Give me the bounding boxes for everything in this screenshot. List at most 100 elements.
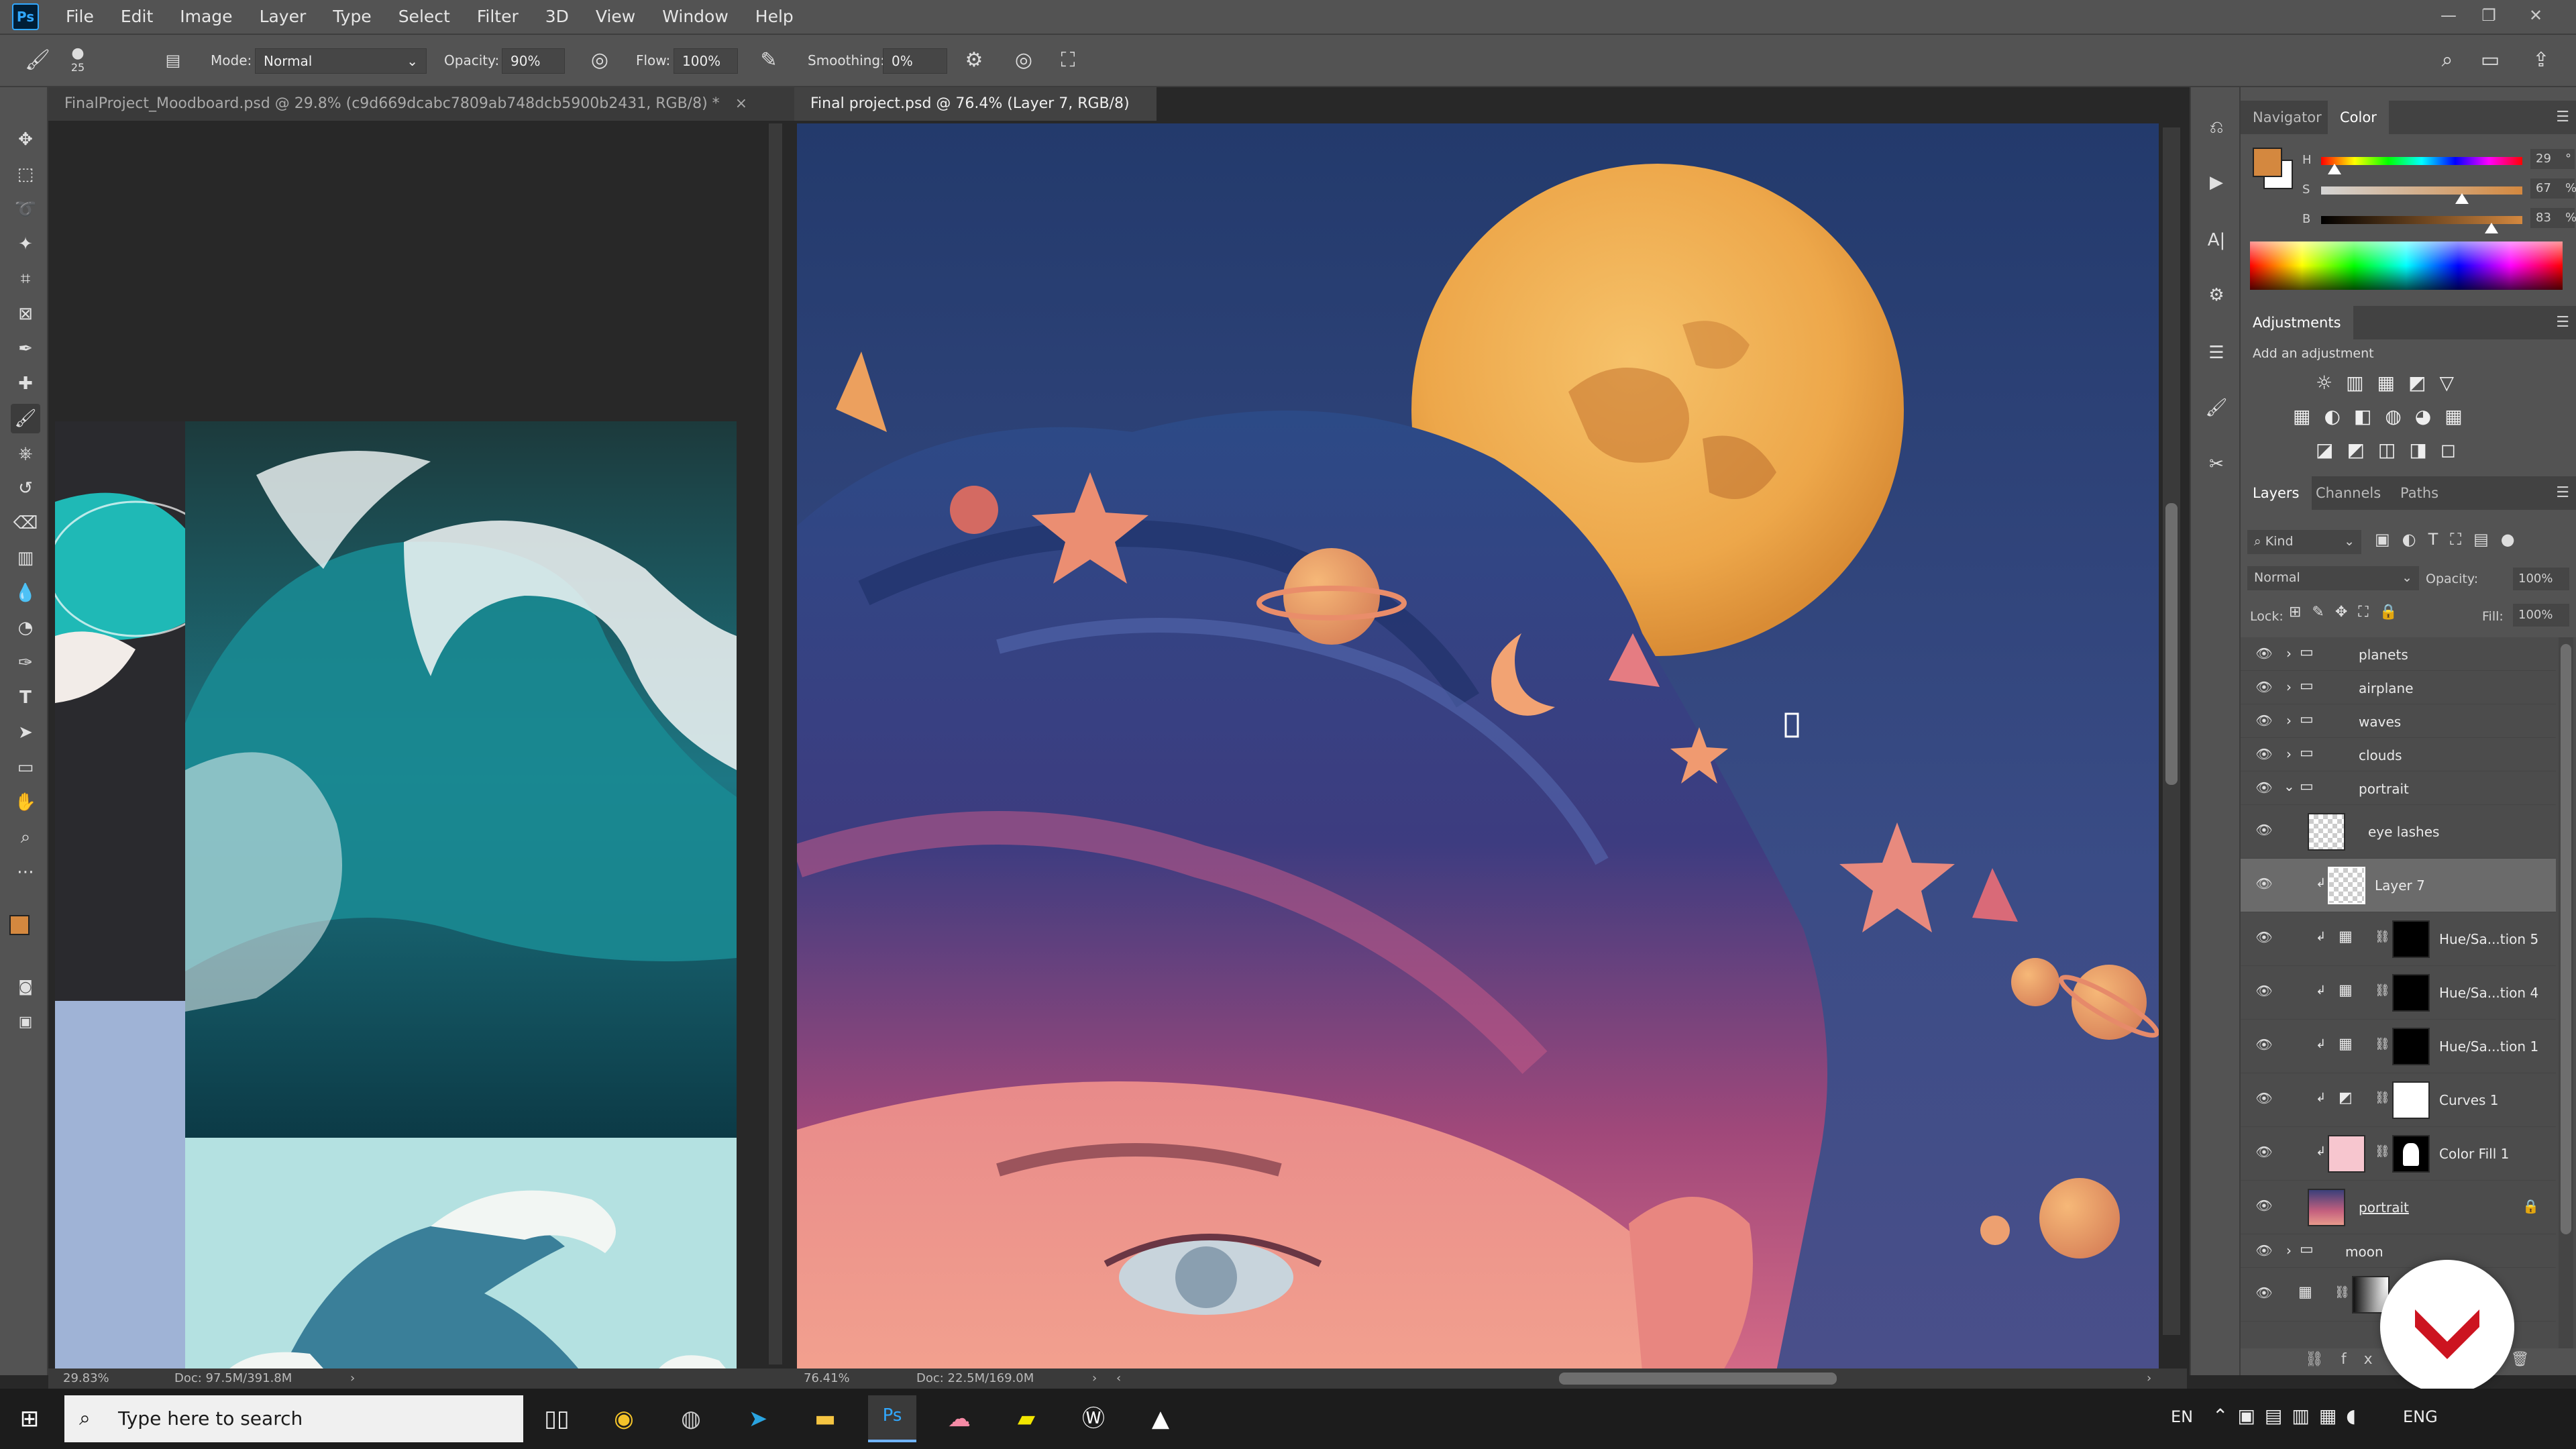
tool-presets-icon[interactable]: ✂ [2202, 449, 2231, 479]
link-icon[interactable]: ⛓ [2375, 1037, 2390, 1051]
history-brush-tool-icon[interactable]: ↺ [11, 474, 40, 503]
move-tool-icon[interactable]: ✥ [11, 125, 40, 154]
eraser-tool-icon[interactable]: ⌫ [11, 508, 40, 538]
doc-size[interactable]: Doc: 22.5M/169.0M [916, 1368, 1034, 1389]
tab-color[interactable]: Color [2328, 101, 2389, 134]
tab-channels[interactable]: Channels [2304, 476, 2393, 510]
link-icon[interactable]: ⛓ [2375, 1144, 2390, 1159]
link-icon[interactable]: ⛓ [2334, 1285, 2350, 1299]
layer-row-planets[interactable]: 👁 › ▭ planets [2241, 637, 2556, 671]
eye-icon[interactable]: 👁 [2254, 712, 2274, 733]
hue-slider[interactable] [2321, 157, 2522, 165]
chevron-right-icon[interactable]: › [2286, 712, 2292, 729]
layers-scrollbar[interactable] [2559, 637, 2573, 1348]
airbrush-icon[interactable]: ✎ [754, 46, 784, 75]
taskbar-search-box[interactable]: ⌕ Type here to search [64, 1395, 523, 1442]
eye-icon[interactable]: 👁 [2254, 679, 2274, 699]
menu-edit[interactable]: Edit [107, 0, 166, 34]
close-button[interactable]: ✕ [2516, 0, 2556, 34]
zoom-tool-icon[interactable]: ⌕ [11, 822, 40, 852]
eye-icon[interactable]: 👁 [2254, 780, 2274, 800]
brush-settings-icon[interactable]: 🖌 [2202, 393, 2231, 423]
dodge-tool-icon[interactable]: ◔ [11, 613, 40, 643]
crop-tool-icon[interactable]: ⌗ [11, 264, 40, 294]
photoshop-logo[interactable]: Ps [12, 3, 39, 30]
chevron-down-icon[interactable]: ⌄ [2284, 778, 2295, 794]
color-spectrum-ramp[interactable] [2250, 241, 2563, 290]
menu-help[interactable]: Help [742, 0, 807, 34]
brush-panel-icon[interactable]: ▤ [158, 46, 188, 75]
opacity-input[interactable]: 90% [502, 48, 565, 74]
eye-icon[interactable]: 👁 [2254, 1036, 2274, 1057]
saturation-slider[interactable] [2321, 186, 2522, 195]
chevron-right-icon[interactable]: › [2147, 1368, 2151, 1389]
layer-row-hue-saturation-1[interactable]: 👁 ↲ ▦ ⛓ Hue/Sa...tion 1 [2241, 1020, 2556, 1073]
zoom-level[interactable]: 29.83% [63, 1368, 109, 1389]
eye-icon[interactable]: 👁 [2254, 983, 2274, 1003]
fill-input[interactable]: 100% [2513, 604, 2569, 627]
tab-layers[interactable]: Layers [2241, 476, 2312, 510]
doc-size[interactable]: Doc: 97.5M/391.8M [174, 1368, 292, 1389]
frame-tool-icon[interactable]: ⊠ [11, 299, 40, 329]
layer-row-layer-7[interactable]: 👁 ↲ Layer 7 [2241, 859, 2556, 912]
saturation-slider-handle[interactable] [2455, 193, 2469, 204]
layer-row-color-fill-1[interactable]: 👁 ↲ ⛓ Color Fill 1 [2241, 1127, 2556, 1181]
tab-navigator[interactable]: Navigator [2241, 101, 2334, 134]
windows-start-icon[interactable]: ⊞ [9, 1399, 50, 1439]
lasso-tool-icon[interactable]: ➰ [11, 195, 40, 224]
layer-row-portrait[interactable]: 👁 portrait 🔒 [2241, 1181, 2556, 1234]
eye-icon[interactable]: 👁 [2254, 822, 2274, 842]
brightness-slider-handle[interactable] [2485, 223, 2498, 233]
adjustments-icon[interactable]: ☰ [2202, 338, 2231, 368]
mask-thumbnail[interactable] [2392, 1081, 2430, 1119]
chevron-right-icon[interactable]: › [2286, 679, 2292, 695]
tab-moodboard[interactable]: FinalProject_Moodboard.psd @ 29.8% (c9d6… [48, 87, 794, 121]
menu-filter[interactable]: Filter [464, 0, 532, 34]
chevron-right-icon[interactable]: › [2286, 645, 2292, 661]
eye-icon[interactable]: 👁 [2254, 1242, 2274, 1263]
magic-wand-tool-icon[interactable]: ✦ [11, 229, 40, 259]
hand-tool-icon[interactable]: ✋ [11, 788, 40, 817]
eye-icon[interactable]: 👁 [2254, 1144, 2274, 1164]
search-icon[interactable]: ⌕ [2432, 46, 2462, 75]
input-language[interactable]: EN [2171, 1407, 2193, 1426]
layer-opacity-input[interactable]: 100% [2513, 568, 2569, 590]
task-view-icon[interactable]: ▯▯ [537, 1399, 577, 1439]
hue-slider-handle[interactable] [2328, 164, 2341, 174]
panel-menu-icon[interactable]: ☰ [2556, 109, 2569, 125]
tab-adjustments[interactable]: Adjustments [2241, 306, 2353, 339]
chevron-right-icon[interactable]: › [2286, 1242, 2292, 1258]
telegram-icon[interactable]: ➤ [738, 1399, 778, 1439]
layer-row-waves[interactable]: 👁 › ▭ waves [2241, 704, 2556, 738]
eye-icon[interactable]: 👁 [2254, 1090, 2274, 1110]
gear-icon[interactable]: ⚙ [959, 46, 989, 75]
screen-mode-icon[interactable]: ▣ [11, 1008, 40, 1037]
tab-final-project[interactable]: Final project.psd @ 76.4% (Layer 7, RGB/… [794, 87, 1157, 146]
eye-icon[interactable]: 👁 [2254, 1285, 2274, 1305]
artwork-canvas[interactable] [797, 123, 2159, 1371]
eye-icon[interactable]: 👁 [2254, 746, 2274, 766]
pressure-opacity-icon[interactable]: ◎ [585, 46, 614, 75]
mask-thumbnail[interactable] [2392, 1135, 2430, 1173]
chevron-right-icon[interactable]: › [1092, 1368, 1097, 1389]
more-tools-icon[interactable]: ⋯ [11, 857, 40, 887]
clone-stamp-tool-icon[interactable]: ⎈ [11, 439, 40, 468]
marquee-tool-icon[interactable]: ⬚ [11, 160, 40, 189]
foreground-color-swatch[interactable] [9, 915, 30, 935]
fill-color-thumbnail[interactable] [2328, 1135, 2365, 1173]
history-icon[interactable]: ⎌ [2202, 113, 2231, 142]
lock-icons[interactable]: ⊞✎✥⛶🔒 [2289, 604, 2423, 628]
mask-thumbnail[interactable] [2392, 920, 2430, 958]
mode-select[interactable]: Normal ⌄ [255, 48, 427, 74]
layers-scrollbar-thumb[interactable] [2561, 644, 2571, 1234]
layer-filter-icons[interactable]: ▣◐T⛶▤● [2375, 530, 2569, 554]
gradient-tool-icon[interactable]: ▥ [11, 543, 40, 573]
adjustment-icons-grid[interactable]: ☼▥▦◩▽ ▦◐◧◍◕▦ ◪◩◫◨◻ [2293, 366, 2508, 467]
link-icon[interactable]: ⛓ [2375, 983, 2390, 998]
layer-row-hue-saturation-4[interactable]: 👁 ↲ ▦ ⛓ Hue/Sa...tion 4 [2241, 966, 2556, 1020]
brush-tool-icon[interactable]: 🖌 [11, 404, 40, 433]
menu-3d[interactable]: 3D [532, 0, 582, 34]
flow-input[interactable]: 100% [674, 48, 738, 74]
eye-icon[interactable]: 👁 [2254, 875, 2274, 896]
layer-row-portrait-group[interactable]: 👁 ⌄ ▭ portrait [2241, 771, 2556, 805]
